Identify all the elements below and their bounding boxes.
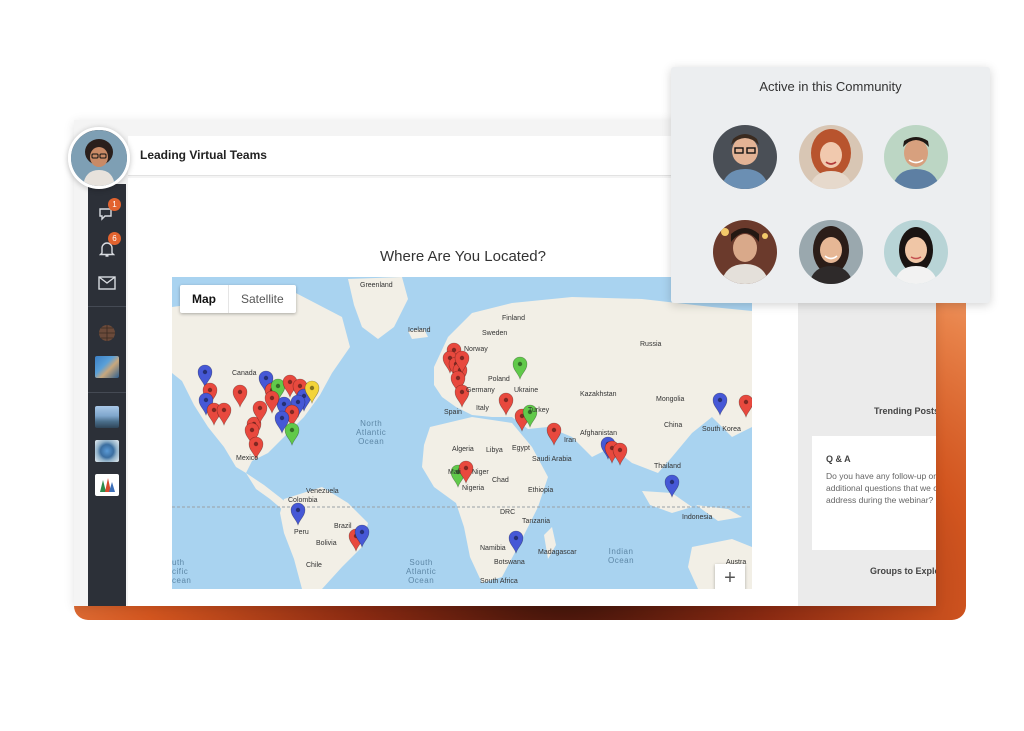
map-label: Turkey xyxy=(528,407,550,414)
map-view-button[interactable]: Map xyxy=(180,285,229,313)
left-sidebar: 1 6 xyxy=(88,184,126,606)
member-avatar[interactable] xyxy=(799,220,863,284)
member-avatar[interactable] xyxy=(884,125,948,189)
qa-title: Q & A xyxy=(826,454,851,464)
map-label: Niger xyxy=(472,469,489,476)
mail-icon[interactable] xyxy=(95,272,119,294)
map-label: Spain xyxy=(444,409,462,416)
earth-photo-icon[interactable] xyxy=(95,440,119,462)
member-avatar[interactable] xyxy=(713,220,777,284)
map-label: Kazakhstan xyxy=(580,391,617,398)
groups-heading: Groups to Explore xyxy=(870,566,936,576)
trees-photo-icon[interactable] xyxy=(95,474,119,496)
map-label: Iceland xyxy=(408,327,431,334)
ocean-label: South Atlantic Ocean xyxy=(406,558,437,585)
map-pin[interactable] xyxy=(612,442,628,466)
map-type-toggle[interactable]: Map Satellite xyxy=(180,285,296,313)
map-label: Nigeria xyxy=(462,485,485,492)
map-label: Chile xyxy=(306,562,322,569)
map-label: Afghanistan xyxy=(580,430,617,437)
map-label: Thailand xyxy=(654,463,681,470)
map-label: Peru xyxy=(294,529,309,536)
map-label: South Africa xyxy=(480,578,518,585)
notifications-badge: 6 xyxy=(108,232,121,245)
map-label: Bolivia xyxy=(316,540,337,547)
map-label: Namibia xyxy=(480,545,506,552)
group-photo-icon[interactable] xyxy=(95,356,119,378)
user-avatar[interactable] xyxy=(68,127,130,189)
map-land xyxy=(172,277,752,589)
zoom-in-button[interactable]: + xyxy=(715,564,745,589)
map-label: Russia xyxy=(640,341,662,348)
trending-posts-heading: Trending Posts xyxy=(874,406,936,416)
world-map[interactable]: Map Satellite Greenland Iceland Finland … xyxy=(172,277,752,589)
ocean-label: uth cific cean xyxy=(172,558,192,585)
map-label: Botswana xyxy=(494,559,525,566)
map-pin[interactable] xyxy=(546,422,562,446)
globe-icon[interactable] xyxy=(95,322,119,344)
member-avatar[interactable] xyxy=(884,220,948,284)
map-label: Brazil xyxy=(334,523,352,530)
map-label: China xyxy=(664,422,683,429)
map-label: Finland xyxy=(502,315,525,322)
map-label: Greenland xyxy=(360,282,393,289)
city-photo-icon[interactable] xyxy=(95,406,119,428)
map-label: Mongolia xyxy=(656,396,685,403)
member-avatar[interactable] xyxy=(799,125,863,189)
map-label: Madagascar xyxy=(538,549,577,556)
ocean-label: North Atlantic Ocean xyxy=(356,419,387,446)
sidebar-divider xyxy=(88,392,126,393)
page-title: Leading Virtual Teams xyxy=(140,148,267,162)
map-label: Indonesia xyxy=(682,514,713,521)
map-label: Venezuela xyxy=(306,488,339,495)
map-pin[interactable] xyxy=(284,422,300,446)
map-label: Germany xyxy=(466,387,495,394)
map-label: Chad xyxy=(492,477,509,484)
satellite-view-button[interactable]: Satellite xyxy=(229,285,296,313)
map-label: Egypt xyxy=(512,445,530,452)
map-label: Iran xyxy=(564,437,577,444)
map-label: Libya xyxy=(486,447,503,454)
map-label: Algeria xyxy=(452,446,474,453)
community-title: Active in this Community xyxy=(759,79,902,94)
map-label: Saudi Arabia xyxy=(532,456,572,463)
sidebar-divider xyxy=(88,306,126,307)
map-label: Poland xyxy=(488,376,510,383)
map-label: South Korea xyxy=(702,426,741,433)
map-label: Mexico xyxy=(236,455,259,462)
map-label: Canada xyxy=(232,370,257,377)
active-community-panel: Active in this Community xyxy=(671,67,990,303)
map-label: DRC xyxy=(500,509,516,516)
messages-badge: 1 xyxy=(108,198,121,211)
map-label: Tanzania xyxy=(522,518,551,525)
map-label: Italy xyxy=(476,405,489,412)
map-label: Ethiopia xyxy=(528,487,554,494)
map-label: Colombia xyxy=(288,497,318,504)
member-avatar[interactable] xyxy=(713,125,777,189)
qa-card[interactable]: Q & A Do you have any follow-up or addit… xyxy=(812,436,936,550)
map-label: Norway xyxy=(464,346,488,353)
map-label: Ukraine xyxy=(514,387,539,394)
ocean-label: Indian Ocean xyxy=(608,547,635,565)
map-label: Mali xyxy=(448,469,461,476)
map-label: Sweden xyxy=(482,330,508,337)
qa-text: Do you have any follow-up or additional … xyxy=(826,471,936,505)
